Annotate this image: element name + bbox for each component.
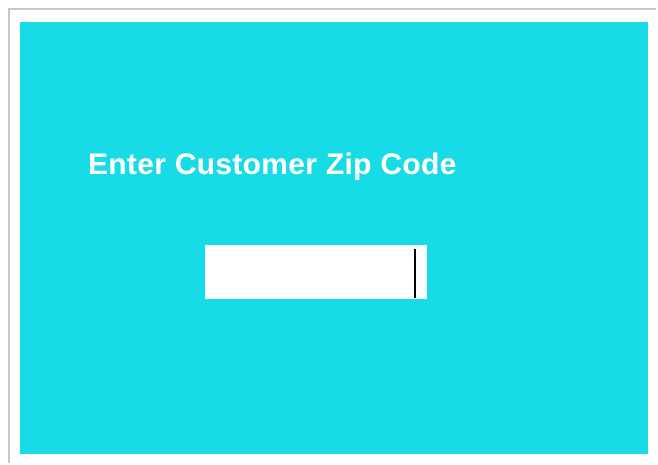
zip-code-input[interactable] <box>205 245 427 299</box>
zip-entry-panel <box>20 22 648 454</box>
zip-code-prompt: Enter Customer Zip Code <box>88 148 457 181</box>
text-cursor <box>414 249 416 298</box>
